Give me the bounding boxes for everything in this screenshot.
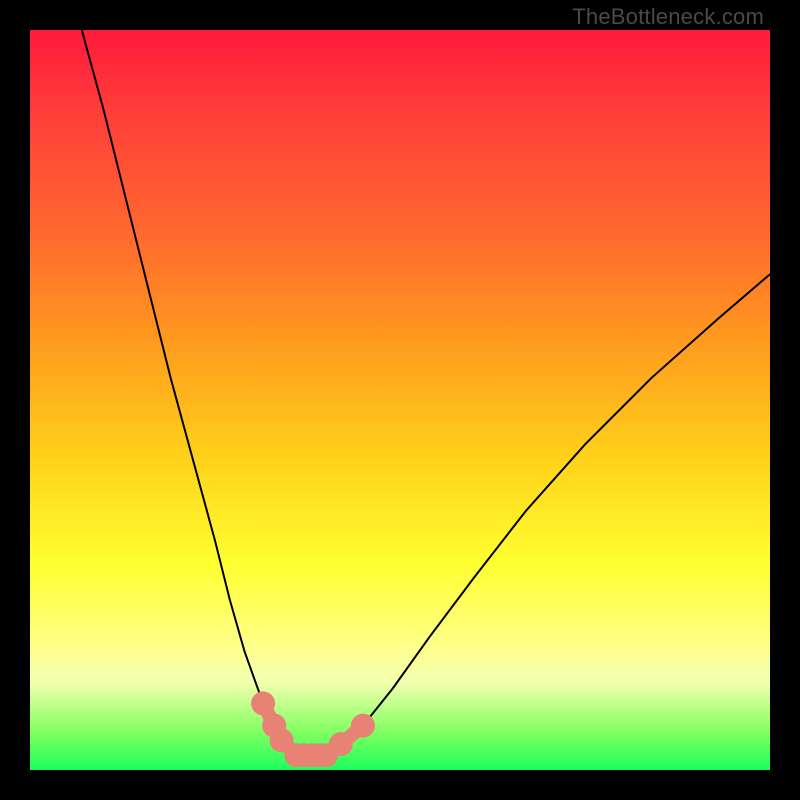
curve-svg — [30, 30, 770, 770]
marker-dot — [329, 732, 353, 756]
marker-dot — [251, 691, 275, 715]
marker-dots — [251, 691, 375, 767]
marker-dot — [351, 714, 375, 738]
plot-area — [30, 30, 770, 770]
left-curve — [82, 30, 297, 755]
chart-frame: TheBottleneck.com — [0, 0, 800, 800]
right-curve — [326, 274, 770, 755]
watermark-text: TheBottleneck.com — [572, 4, 764, 30]
